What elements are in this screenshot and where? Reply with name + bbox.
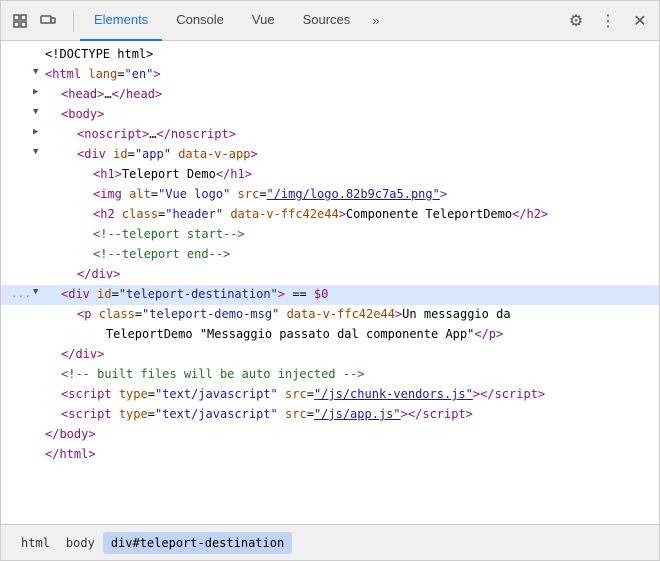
line-content: <!DOCTYPE html> bbox=[45, 45, 651, 64]
expand-arrow bbox=[33, 245, 45, 259]
expand-arrow[interactable]: ▶ bbox=[33, 85, 45, 99]
code-line: TeleportDemo "Messaggio passato dal comp… bbox=[1, 325, 659, 345]
code-line: <script type="text/javascript" src="/js/… bbox=[1, 405, 659, 425]
line-content: <img alt="Vue logo" src="/img/logo.82b9c… bbox=[45, 185, 651, 204]
line-content: <!-- built files will be auto injected -… bbox=[45, 365, 651, 384]
line-content: <head>…</head> bbox=[45, 85, 651, 104]
code-line: ▼<html lang="en"> bbox=[1, 65, 659, 85]
code-line: </div> bbox=[1, 265, 659, 285]
expand-arrow bbox=[33, 305, 45, 319]
code-line: <p class="teleport-demo-msg" data-v-ffc4… bbox=[1, 305, 659, 325]
code-line: ▼<body> bbox=[1, 105, 659, 125]
more-options-button[interactable]: ⋮ bbox=[597, 10, 619, 32]
line-content: <div id="app" data-v-app> bbox=[45, 145, 651, 164]
expand-arrow bbox=[33, 405, 45, 419]
breadcrumb-item[interactable]: body bbox=[58, 532, 103, 554]
inspect-element-button[interactable] bbox=[9, 10, 31, 32]
code-line: <!DOCTYPE html> bbox=[1, 45, 659, 65]
expand-arrow bbox=[33, 365, 45, 379]
expand-arrow bbox=[33, 185, 45, 199]
expand-arrow[interactable]: ▼ bbox=[33, 65, 45, 79]
expand-arrow bbox=[33, 445, 45, 459]
settings-button[interactable]: ⚙ bbox=[565, 10, 587, 32]
line-content: </html> bbox=[45, 445, 651, 464]
line-content: <!--teleport start--> bbox=[45, 225, 651, 244]
line-content: </div> bbox=[45, 345, 651, 364]
code-line: <!--teleport end--> bbox=[1, 245, 659, 265]
code-line: </div> bbox=[1, 345, 659, 365]
tab-vue[interactable]: Vue bbox=[238, 1, 289, 41]
toolbar: Elements Console Vue Sources » ⚙ ⋮ ✕ bbox=[1, 1, 659, 41]
code-line: <!--teleport start--> bbox=[1, 225, 659, 245]
expand-arrow bbox=[33, 205, 45, 219]
close-button[interactable]: ✕ bbox=[629, 10, 651, 32]
line-content: <!--teleport end--> bbox=[45, 245, 651, 264]
line-content: <body> bbox=[45, 105, 651, 124]
expand-arrow bbox=[33, 265, 45, 279]
expand-arrow bbox=[33, 345, 45, 359]
code-area: <!DOCTYPE html>▼<html lang="en">▶<head>…… bbox=[1, 41, 659, 524]
code-line: ...▼<div id="teleport-destination"> == $… bbox=[1, 285, 659, 305]
tabs: Elements Console Vue Sources » bbox=[80, 1, 565, 41]
expand-arrow bbox=[33, 325, 45, 339]
code-line: ▼<div id="app" data-v-app> bbox=[1, 145, 659, 165]
tab-console[interactable]: Console bbox=[162, 1, 238, 41]
line-content: <p class="teleport-demo-msg" data-v-ffc4… bbox=[45, 305, 651, 324]
toolbar-right: ⚙ ⋮ ✕ bbox=[565, 10, 651, 32]
expand-arrow bbox=[33, 165, 45, 179]
code-line: ▶<head>…</head> bbox=[1, 85, 659, 105]
breadcrumb-item[interactable]: div#teleport-destination bbox=[103, 532, 292, 554]
code-line: <h2 class="header" data-v-ffc42e44>Compo… bbox=[1, 205, 659, 225]
line-content: <script type="text/javascript" src="/js/… bbox=[45, 385, 651, 404]
code-line: <!-- built files will be auto injected -… bbox=[1, 365, 659, 385]
line-content: </body> bbox=[45, 425, 651, 444]
line-content: <html lang="en"> bbox=[45, 65, 651, 84]
code-line: <img alt="Vue logo" src="/img/logo.82b9c… bbox=[1, 185, 659, 205]
toolbar-icon-group bbox=[9, 10, 59, 32]
breadcrumb-item[interactable]: html bbox=[13, 532, 58, 554]
code-line: </body> bbox=[1, 425, 659, 445]
expand-arrow bbox=[33, 45, 45, 59]
toolbar-divider bbox=[73, 10, 74, 32]
line-content: TeleportDemo "Messaggio passato dal comp… bbox=[45, 325, 651, 344]
code-line: ▶<noscript>…</noscript> bbox=[1, 125, 659, 145]
line-content: <h2 class="header" data-v-ffc42e44>Compo… bbox=[45, 205, 651, 224]
line-content: <noscript>…</noscript> bbox=[45, 125, 651, 144]
line-content: <script type="text/javascript" src="/js/… bbox=[45, 405, 651, 424]
expand-arrow[interactable]: ▼ bbox=[33, 105, 45, 119]
responsive-mode-button[interactable] bbox=[37, 10, 59, 32]
code-line: <h1>Teleport Demo</h1> bbox=[1, 165, 659, 185]
expand-arrow bbox=[33, 225, 45, 239]
line-content: <h1>Teleport Demo</h1> bbox=[45, 165, 651, 184]
expand-arrow[interactable]: ▶ bbox=[33, 125, 45, 139]
breadcrumb-bar: htmlbodydiv#teleport-destination bbox=[1, 524, 659, 560]
expand-arrow bbox=[33, 385, 45, 399]
line-dots: ... bbox=[9, 285, 33, 303]
tab-elements[interactable]: Elements bbox=[80, 1, 162, 41]
code-line: </html> bbox=[1, 445, 659, 465]
line-content: <div id="teleport-destination"> == $0 bbox=[45, 285, 651, 304]
line-content: </div> bbox=[45, 265, 651, 284]
code-line: <script type="text/javascript" src="/js/… bbox=[1, 385, 659, 405]
expand-arrow[interactable]: ▼ bbox=[33, 285, 45, 299]
expand-arrow[interactable]: ▼ bbox=[33, 145, 45, 159]
tab-sources[interactable]: Sources bbox=[289, 1, 365, 41]
expand-arrow bbox=[33, 425, 45, 439]
tab-more-button[interactable]: » bbox=[364, 1, 387, 41]
